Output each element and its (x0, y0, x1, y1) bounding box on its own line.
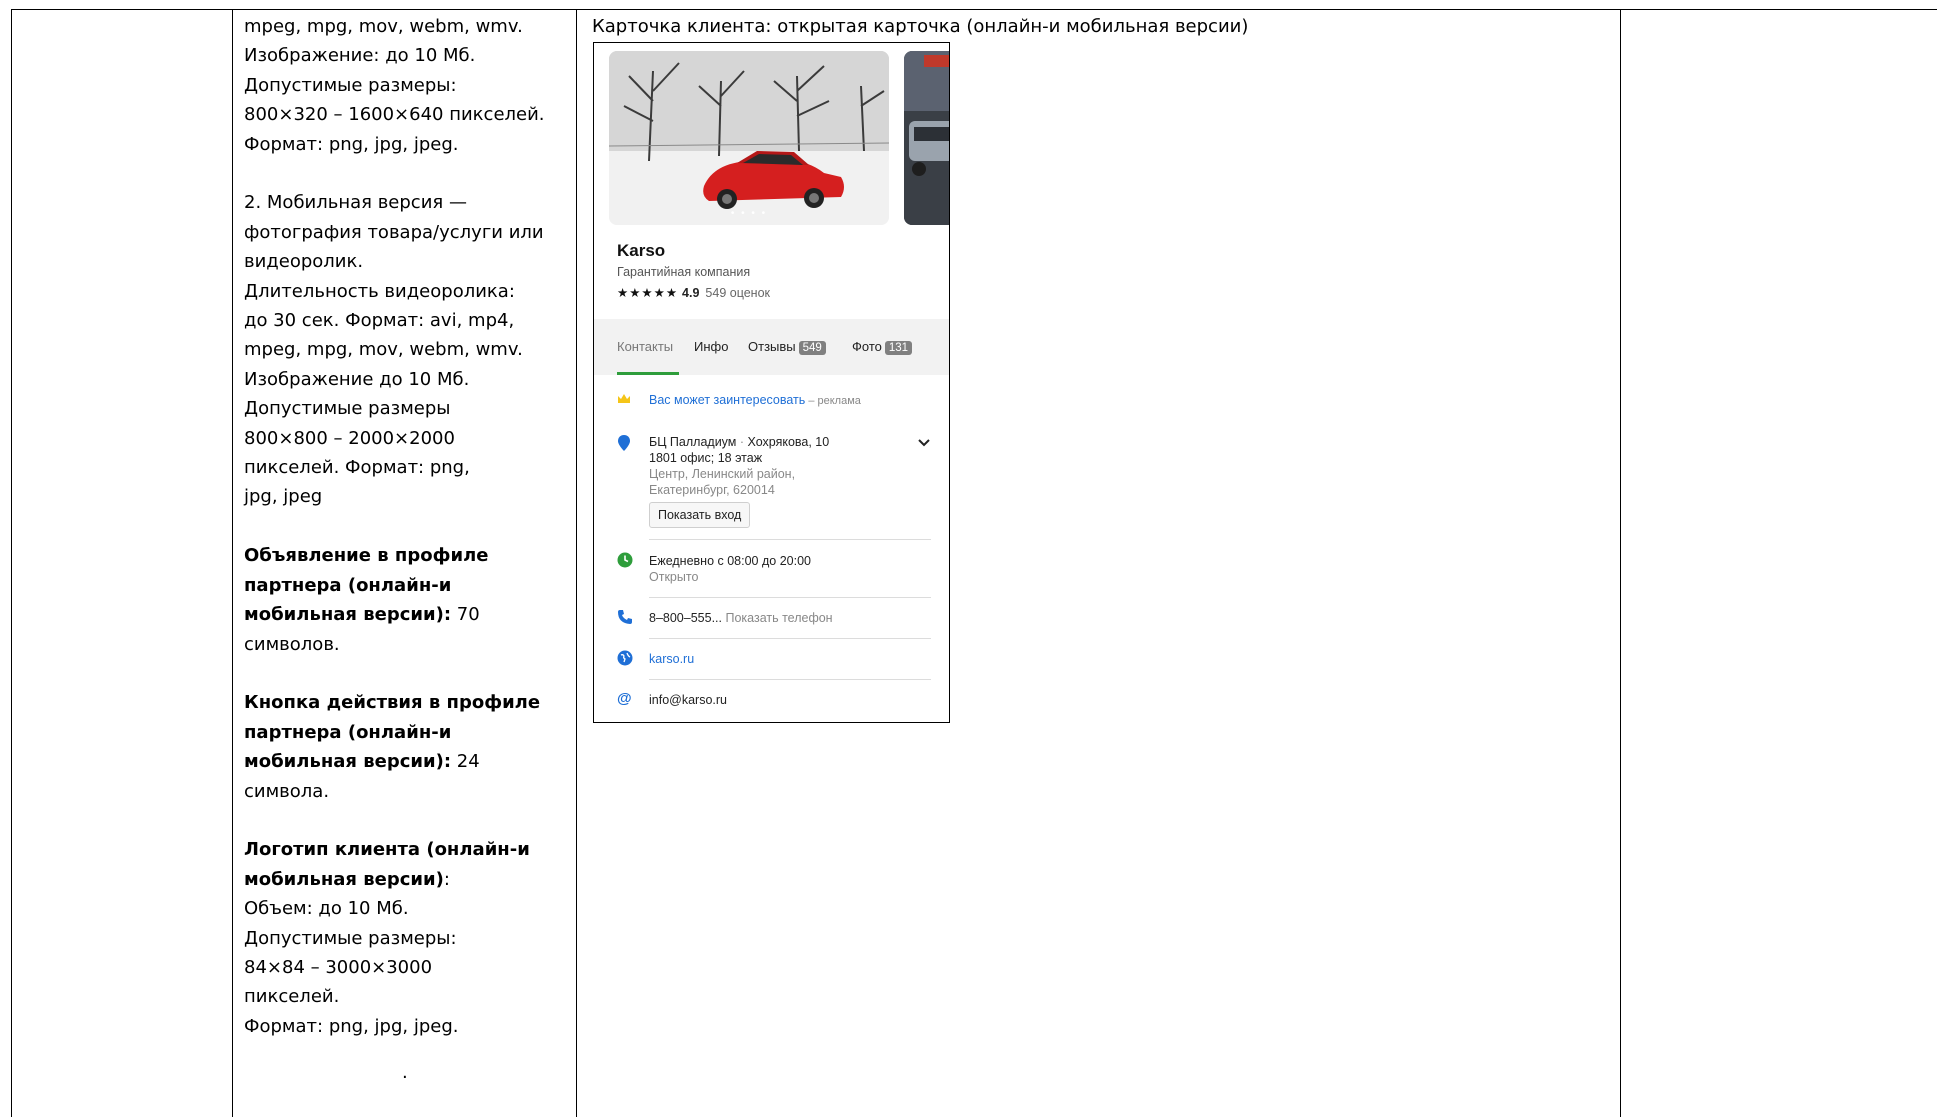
business-name: Karso (617, 241, 666, 260)
example-title: Карточка клиента: открытая карточка (онл… (592, 16, 1249, 37)
globe-icon (617, 650, 633, 669)
business-rating: ★★★★★ 4.9 549 оценок (617, 285, 770, 300)
req-line: символов. (244, 633, 340, 655)
divider (649, 597, 931, 598)
address-block[interactable]: БЦ Палладиум · Хохрякова, 10 1801 офис; … (649, 434, 829, 498)
tab-reviews[interactable]: Отзывы 549 (748, 339, 826, 355)
req-line: видеоролик. (244, 251, 364, 273)
business-category: Гарантийная компания (617, 265, 751, 279)
req-line: 2. Мобильная версия — (244, 192, 467, 214)
req-line: Допустимые размеры: (244, 74, 457, 96)
address-city: Екатеринбург, 620014 (649, 483, 775, 497)
address-district: Центр, Ленинский район, (649, 467, 796, 481)
trailing-dot: . (402, 1062, 408, 1083)
table-border-col4 (1620, 9, 1621, 1117)
client-card-screenshot: • • • • Karso Гарантийная компания ★★★★★… (593, 42, 950, 723)
divider (649, 638, 931, 639)
req-line: пикселей. (244, 986, 340, 1008)
tab-info[interactable]: Инфо (694, 339, 728, 354)
map-pin-icon (617, 434, 631, 455)
reviews-count[interactable]: 549 оценок (705, 286, 770, 300)
divider (649, 539, 931, 540)
table-border-col2 (232, 9, 233, 1117)
action-button-heading: партнера (онлайн-и (244, 721, 452, 743)
ad-profile-limit: 70 (451, 604, 480, 626)
clock-icon (617, 552, 633, 571)
req-line: 800×320 – 1600×640 пикселей. (244, 104, 545, 126)
req-line: до 30 сек. Формат: avi, mp4, (244, 310, 515, 332)
chevron-down-icon[interactable] (918, 435, 930, 450)
rating-stars-icon: ★★★★★ (617, 286, 679, 300)
logo-heading: Логотип клиента (онлайн-и (244, 839, 530, 861)
tab-reviews-label: Отзывы (748, 339, 796, 354)
promo-link[interactable]: Вас может заинтересовать (649, 393, 805, 407)
action-button-limit: 24 (451, 751, 480, 773)
card-photo[interactable]: • • • • (609, 51, 889, 225)
car-lot-photo-icon (904, 51, 949, 225)
hours-status: Открыто (649, 570, 699, 584)
active-tab-indicator (617, 372, 679, 375)
action-button-heading: Кнопка действия в профиле (244, 692, 541, 714)
table-top-border (11, 9, 1937, 10)
req-line: Допустимые размеры (244, 398, 451, 420)
reviews-badge: 549 (798, 341, 826, 355)
crown-icon (617, 392, 631, 408)
address-office: 1801 офис; 18 этаж (649, 451, 763, 465)
tab-photos[interactable]: Фото 131 (852, 339, 913, 355)
phone-number: 8–800–555... (649, 611, 722, 625)
table-border-col1 (11, 9, 12, 1117)
website-link[interactable]: karso.ru (649, 651, 694, 667)
promo-suffix: – реклама (805, 395, 861, 407)
card-photo-next[interactable] (904, 51, 949, 225)
show-phone-link[interactable]: Показать телефон (722, 611, 832, 625)
req-line: mpeg, mpg, mov, webm, wmv. (244, 339, 523, 361)
req-line: jpg, jpeg (244, 486, 323, 508)
req-line: пикселей. Формат: png, (244, 457, 470, 479)
req-line: фотография товара/услуги или (244, 221, 544, 243)
photos-badge: 131 (884, 341, 913, 355)
req-line: mpeg, mpg, mov, webm, wmv. (244, 16, 523, 37)
divider (649, 679, 931, 680)
email-link[interactable]: info@karso.ru (649, 692, 727, 708)
address-building: БЦ Палладиум (649, 435, 737, 449)
promo-row[interactable]: Вас может заинтересовать – реклама (649, 392, 861, 409)
req-line: Изображение до 10 Мб. (244, 368, 470, 390)
photo-pager-dots: • • • • (730, 208, 768, 219)
tab-contacts[interactable]: Контакты (617, 339, 673, 354)
hours-schedule: Ежедневно с 08:00 до 20:00 (649, 554, 811, 568)
at-sign-icon: @ (617, 690, 632, 707)
ad-profile-heading: Объявление в профиле (244, 545, 489, 567)
ad-profile-heading: мобильная версии): 70 (244, 604, 480, 626)
winter-car-photo-icon (609, 51, 889, 225)
ad-profile-heading: партнера (онлайн-и (244, 574, 452, 596)
req-line: Формат: png, jpg, jpeg. (244, 1015, 459, 1037)
req-line: Объем: до 10 Мб. (244, 898, 409, 920)
rating-value: 4.9 (682, 286, 700, 300)
address-street: Хохрякова, 10 (747, 435, 830, 449)
requirements-cell: mpeg, mpg, mov, webm, wmv. Изображение: … (244, 12, 566, 1041)
req-line: 84×84 – 3000×3000 (244, 956, 433, 978)
phone-row[interactable]: 8–800–555... Показать телефон (649, 610, 833, 626)
req-line: Допустимые размеры: (244, 927, 457, 949)
req-line: Формат: png, jpg, jpeg. (244, 133, 459, 155)
req-line: 800×800 – 2000×2000 (244, 427, 455, 449)
action-button-heading: мобильная версии): 24 (244, 751, 480, 773)
show-entrance-button[interactable]: Показать вход (649, 502, 751, 528)
logo-heading: мобильная версии): (244, 868, 450, 890)
tab-photos-label: Фото (852, 339, 882, 354)
req-line: символа. (244, 780, 330, 802)
req-line: Изображение: до 10 Мб. (244, 45, 476, 67)
req-line: Длительность видеоролика: (244, 280, 515, 302)
phone-icon (617, 609, 633, 628)
table-border-col3 (576, 9, 577, 1117)
hours-block[interactable]: Ежедневно с 08:00 до 20:00 Открыто (649, 553, 811, 585)
